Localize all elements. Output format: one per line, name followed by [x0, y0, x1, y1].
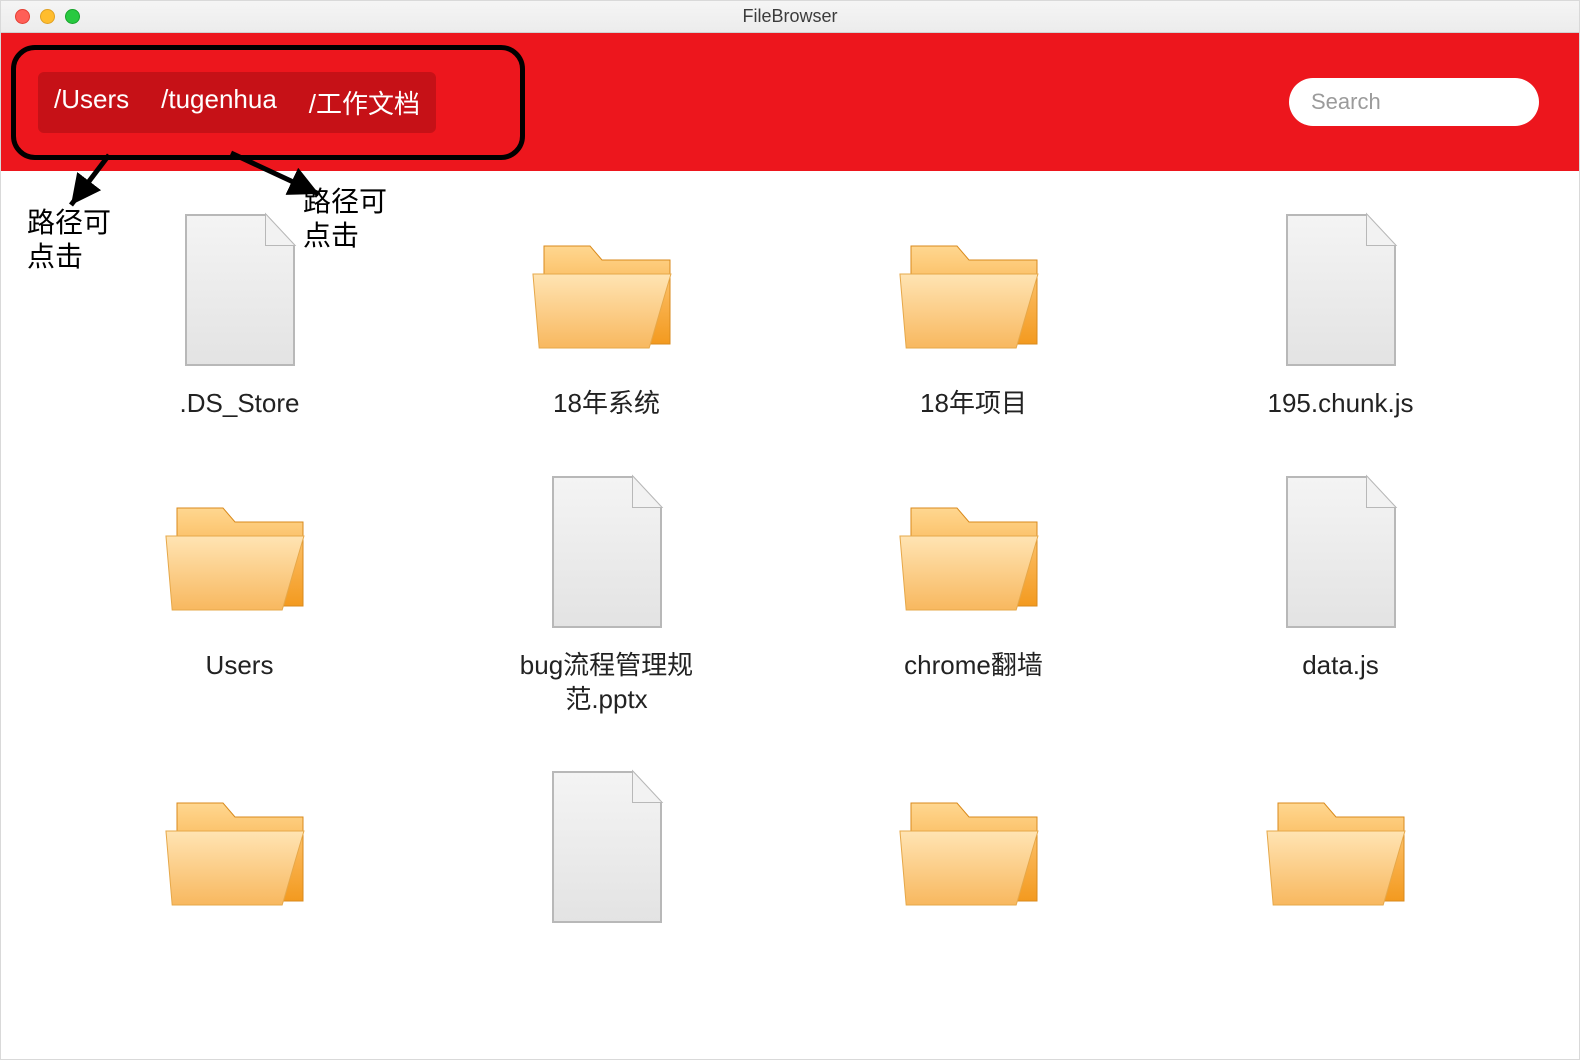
file-item[interactable] [428, 758, 785, 944]
folder-icon [899, 758, 1049, 938]
header-bar: /Users /tugenhua /工作文档 [1, 33, 1579, 171]
item-label: data.js [1302, 649, 1379, 683]
window-title: FileBrowser [1, 6, 1579, 27]
item-label: chrome翻墙 [904, 649, 1043, 683]
folder-item[interactable]: 18年项目 [795, 201, 1152, 421]
folder-icon [532, 201, 682, 381]
window-controls [15, 9, 80, 24]
file-item[interactable]: 195.chunk.js [1162, 201, 1519, 421]
file-icon [532, 463, 682, 643]
item-label: 18年系统 [553, 387, 660, 421]
folder-item[interactable] [61, 758, 418, 944]
folder-icon [899, 201, 1049, 381]
breadcrumb-segment-tugenhua[interactable]: /tugenhua [145, 72, 293, 133]
breadcrumb: /Users /tugenhua /工作文档 [38, 72, 436, 133]
window: FileBrowser /Users /tugenhua /工作文档 路径可点击… [0, 0, 1580, 1060]
folder-icon [1266, 758, 1416, 938]
breadcrumb-annotation-box: /Users /tugenhua /工作文档 [11, 45, 525, 160]
breadcrumb-segment-users[interactable]: /Users [38, 72, 145, 133]
search-input[interactable] [1289, 78, 1539, 126]
minimize-window-button[interactable] [40, 9, 55, 24]
maximize-window-button[interactable] [65, 9, 80, 24]
folder-item[interactable] [795, 758, 1152, 944]
folder-item[interactable] [1162, 758, 1519, 944]
folder-item[interactable]: 18年系统 [428, 201, 785, 421]
close-window-button[interactable] [15, 9, 30, 24]
folder-icon [165, 463, 315, 643]
item-label: 18年项目 [920, 387, 1027, 421]
item-label: 195.chunk.js [1268, 387, 1414, 421]
titlebar: FileBrowser [1, 1, 1579, 33]
folder-icon [899, 463, 1049, 643]
file-item[interactable]: data.js [1162, 463, 1519, 717]
annotation-note-2: 路径可点击 [303, 185, 393, 252]
folder-icon [165, 758, 315, 938]
folder-item[interactable]: chrome翻墙 [795, 463, 1152, 717]
file-icon [1266, 201, 1416, 381]
file-icon [1266, 463, 1416, 643]
annotation-note-1: 路径可点击 [27, 206, 117, 273]
file-item[interactable]: bug流程管理规范.pptx [428, 463, 785, 717]
item-label: bug流程管理规范.pptx [487, 649, 727, 717]
breadcrumb-segment-workdocs[interactable]: /工作文档 [293, 72, 436, 133]
item-label: Users [206, 649, 274, 683]
file-grid-area: .DS_Store 18年系统 18年项目 195.chunk.js Users… [1, 171, 1579, 1059]
item-label: .DS_Store [180, 387, 300, 421]
file-icon [532, 758, 682, 938]
file-icon [165, 201, 315, 381]
folder-item[interactable]: Users [61, 463, 418, 717]
